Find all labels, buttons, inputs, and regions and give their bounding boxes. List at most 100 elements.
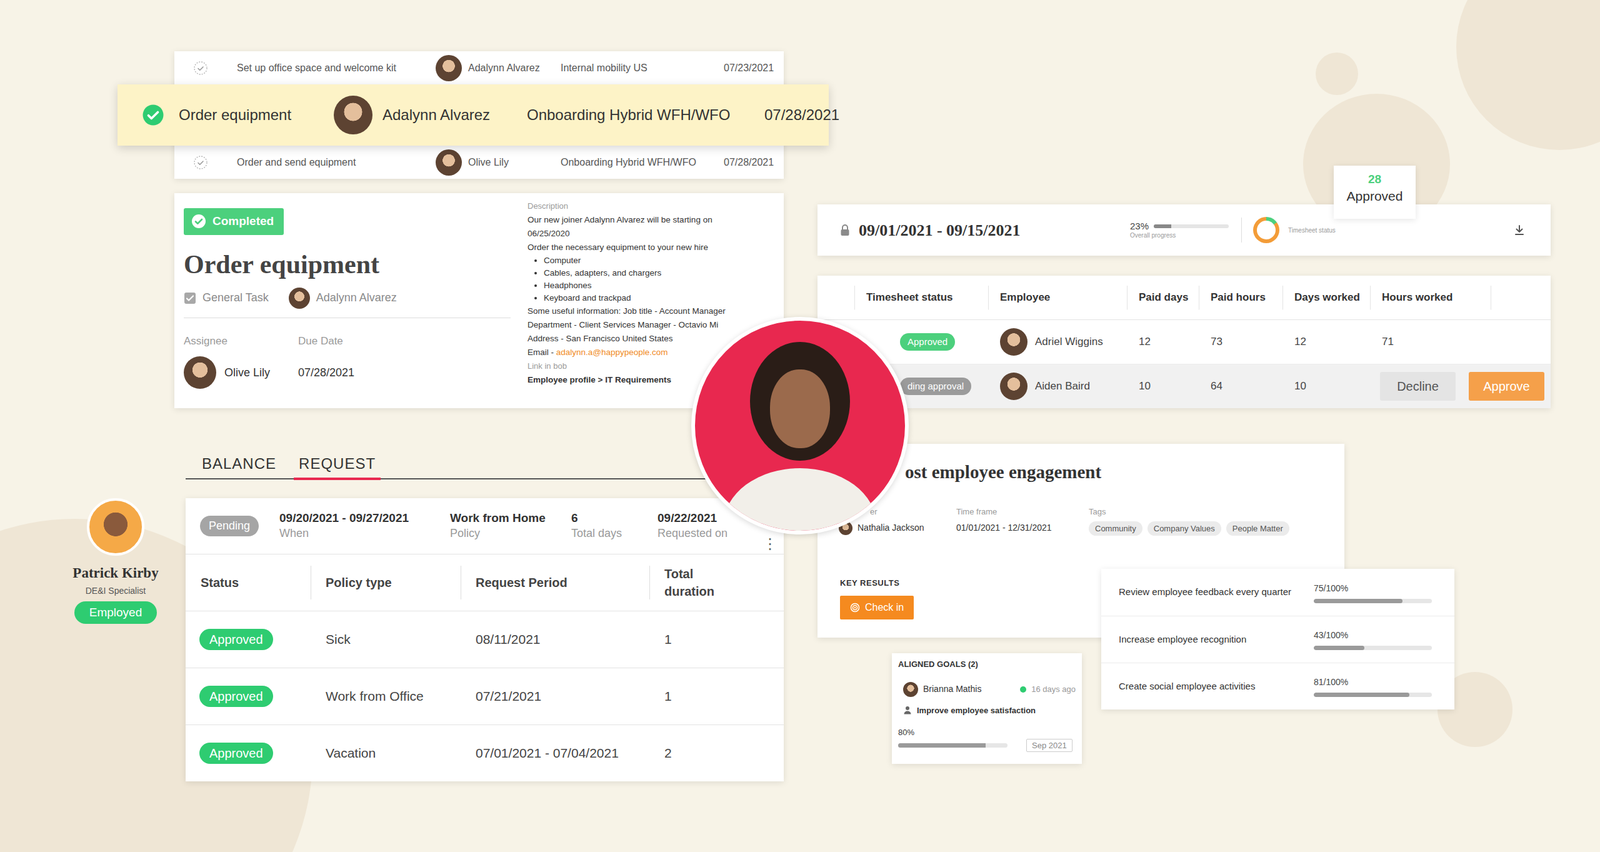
aligned-goal[interactable]: Improve employee satisfaction <box>898 704 1076 717</box>
column-title: Paid hours <box>1210 289 1266 306</box>
policy-cell: Sick <box>310 611 461 668</box>
email-label: Email - <box>527 347 557 357</box>
target-icon <box>850 602 860 613</box>
field-label: When <box>279 526 450 541</box>
period-cell: 08/11/2021 <box>460 611 650 668</box>
table-row[interactable]: ding approvalAiden Baird106410DeclineApp… <box>817 364 1551 409</box>
person-name: Olive Lily <box>468 155 509 170</box>
task-meta: General TaskAdalynn Alvarez <box>183 287 511 309</box>
status-badge: ding approval <box>900 377 972 396</box>
field-label: Total days <box>571 526 658 541</box>
task-name: Order equipment <box>178 103 332 127</box>
donut-hole <box>1256 220 1276 240</box>
key-result-progress: 43/100% <box>1313 628 1455 650</box>
key-result-row[interactable]: Increase employee recognition43/100% <box>1101 615 1455 663</box>
paid-hours: 64 <box>1210 378 1223 395</box>
equipment-item: Keyboard and trackpad <box>543 291 784 305</box>
approve-button[interactable]: Approve <box>1468 371 1545 401</box>
photo-face <box>770 369 830 449</box>
progress-fill <box>1153 224 1172 229</box>
status-badge: Approved <box>199 742 274 764</box>
approved-label: Approved <box>1333 187 1416 205</box>
field-values: Olive Lily07/28/2021 <box>183 356 511 389</box>
column-title: Timesheet status <box>866 289 954 306</box>
policy-type: Sick <box>325 629 351 650</box>
timesheet-table: Timesheet statusEmployeePaid daysPaid ho… <box>817 275 1551 409</box>
decline-button[interactable]: Decline <box>1380 371 1456 401</box>
avatar-photo <box>288 287 310 309</box>
updated-time: 16 days ago <box>1031 683 1076 696</box>
due-date: 07/28/2021 <box>298 364 511 382</box>
table-row[interactable]: ApprovedVacation07/01/2021 - 07/04/20212 <box>185 724 784 782</box>
duration-cell: 1 <box>649 668 784 725</box>
email-link[interactable]: adalynn.a@happypeople.com <box>556 347 669 357</box>
more-menu[interactable]: ⋮ <box>762 536 778 552</box>
column-header: Timesheet status <box>855 275 989 320</box>
task-list: Set up office space and welcome kitAdaly… <box>174 51 784 179</box>
tab[interactable]: BALANCE <box>196 450 282 480</box>
column-header: Policy type <box>310 554 461 611</box>
portrait-photo <box>691 316 909 535</box>
table-row[interactable]: ApprovedSick08/11/20211 <box>185 610 784 668</box>
paid-days-cell: 12 <box>1127 320 1200 364</box>
key-result-row[interactable]: Review employee feedback every quarter75… <box>1101 568 1455 616</box>
policy-cell: Work from Office <box>310 668 461 725</box>
row-actions: Decline Approve <box>1370 364 1551 409</box>
table-row[interactable]: ApprovedAdriel Wiggins12731271 <box>817 320 1551 365</box>
field-value: 6 <box>571 510 658 527</box>
aligned-person: Brianna Mathis16 days ago <box>898 681 1076 697</box>
task-summary: CompletedOrder equipmentGeneral TaskAdal… <box>174 193 511 409</box>
progress-track <box>898 743 1008 748</box>
paid-days: 12 <box>1138 333 1151 350</box>
divider <box>183 317 511 319</box>
timesheet-header: 09/01/2021 - 09/15/202123%Overall progre… <box>817 204 1551 256</box>
tab-bar: BALANCE REQUEST <box>185 450 784 479</box>
description-line: 06/25/2020 <box>527 226 784 241</box>
assignee: Olive Lily <box>183 356 299 389</box>
tag: People Matter <box>1226 521 1290 537</box>
tab[interactable]: REQUEST <box>293 450 381 480</box>
person-icon <box>903 705 912 715</box>
download-icon[interactable] <box>1513 223 1526 237</box>
column-title: Employee <box>1000 289 1050 306</box>
background-blob <box>1456 0 1600 150</box>
paid-hours: 73 <box>1210 333 1223 350</box>
status-cell: Approved <box>185 668 311 725</box>
request-period: 07/21/2021 <box>475 686 542 707</box>
key-result-reading: 81/100% <box>1313 675 1455 689</box>
check-in-button[interactable]: Check in <box>840 595 914 620</box>
task-person: Adalynn Alvarez <box>435 55 561 82</box>
period-cell: 07/01/2021 - 07/04/2021 <box>460 725 650 782</box>
goal-progress: Sep 2021 <box>898 738 1076 753</box>
photo-body <box>723 468 877 535</box>
task-row[interactable]: Set up office space and welcome kitAdaly… <box>174 51 784 85</box>
progress-percent: 23% <box>1130 220 1149 232</box>
task-row[interactable]: Order equipmentAdalynn AlvarezOnboarding… <box>117 84 829 146</box>
employee-cell: Aiden Baird <box>988 364 1128 409</box>
tag: Community <box>1088 521 1143 537</box>
divider <box>1241 217 1242 243</box>
table-header: Timesheet statusEmployeePaid daysPaid ho… <box>817 275 1551 320</box>
key-result-progress: 75/100% <box>1313 581 1455 604</box>
key-result-row[interactable]: Create social employee activities81/100% <box>1101 662 1455 710</box>
total-duration: 2 <box>664 743 672 764</box>
column-header: Employee <box>988 275 1128 320</box>
column-header: Days worked <box>1283 275 1371 320</box>
duration-cell: 1 <box>649 611 784 668</box>
flow-name: Onboarding Hybrid WFH/WFO <box>526 103 765 127</box>
due-date: 07/23/2021 <box>723 60 784 76</box>
employment-status: Employed <box>74 601 158 625</box>
paid-days: 10 <box>1138 378 1151 395</box>
due-label: Due Date <box>298 333 511 350</box>
employee-name: Adriel Wiggins <box>1035 333 1104 350</box>
check-icon <box>193 60 209 76</box>
flow-name: Internal mobility US <box>560 60 724 76</box>
task-row[interactable]: Order and send equipmentOlive LilyOnboar… <box>174 145 784 179</box>
request-period: 08/11/2021 <box>475 629 541 650</box>
table-row[interactable]: ApprovedWork from Office 07/21/2021 1 <box>185 667 784 725</box>
task-detail-card: CompletedOrder equipmentGeneral TaskAdal… <box>174 193 784 409</box>
column-title: Total duration <box>664 565 734 600</box>
avatar-photo <box>86 498 145 556</box>
equipment-list: ComputerCables, adapters, and chargersHe… <box>527 254 784 305</box>
request-period: 07/01/2021 - 07/04/2021 <box>475 743 619 764</box>
